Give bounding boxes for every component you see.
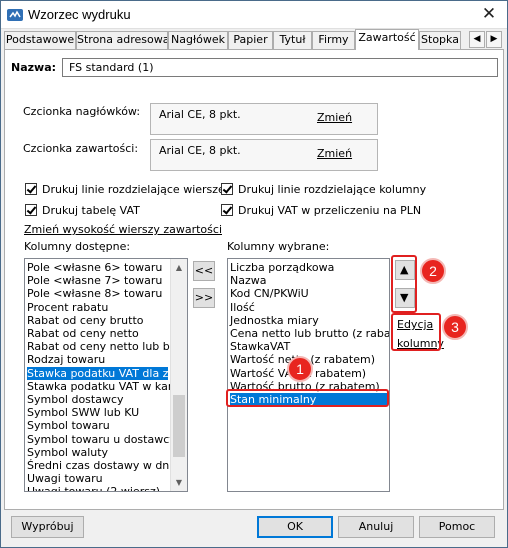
row-height-link[interactable]: Zmień wysokość wierszy zawartości (24, 223, 222, 236)
list-item[interactable]: Uwagi towaru (27, 472, 168, 485)
callout-2-marker: 2 (420, 258, 446, 284)
tab-naglowek[interactable]: Nagłówek (168, 31, 228, 49)
available-columns-label: Kolumny dostępne: (24, 240, 131, 253)
scroll-up-icon[interactable]: ▲ (171, 259, 187, 276)
tab-scroll-right-icon[interactable]: ▶ (486, 31, 502, 48)
tab-tytul[interactable]: Tytuł (273, 31, 312, 49)
header-font-box: Arial CE, 8 pkt. Zmień (150, 103, 378, 135)
list-item[interactable]: Uwagi towaru (2 wiersz) (27, 485, 168, 491)
callout-3-marker: 3 (442, 314, 468, 340)
header-font-label: Czcionka nagłówków: (23, 105, 141, 118)
help-button[interactable]: Pomoc (419, 516, 495, 538)
callout-1-highlight (226, 389, 389, 407)
row-lines-checkbox[interactable] (25, 183, 37, 195)
vat-pln-label: Drukuj VAT w przeliczeniu na PLN (238, 204, 422, 217)
name-input[interactable]: FS standard (1) (62, 58, 498, 77)
list-item[interactable]: Jednostka miary (230, 314, 387, 327)
col-lines-label: Drukuj linie rozdzielające kolumny (238, 183, 427, 196)
title-bar: Wzorzec wydruku ✕ (1, 1, 507, 29)
vat-table-checkbox[interactable] (25, 204, 37, 216)
tab-scroll-left-icon[interactable]: ◀ (469, 31, 485, 48)
list-item[interactable]: Liczba porządkowa (230, 261, 387, 274)
list-item[interactable]: Procent rabatu (27, 301, 168, 314)
callout-3-highlight (391, 313, 441, 351)
ok-button[interactable]: OK (257, 516, 333, 538)
col-lines-checkbox[interactable] (221, 183, 233, 195)
cancel-button[interactable]: Anuluj (338, 516, 414, 538)
vat-pln-checkbox[interactable] (221, 204, 233, 216)
name-label: Nazwa: (11, 61, 57, 74)
app-icon (7, 9, 23, 21)
list-item[interactable]: Rabat od ceny netto (27, 327, 168, 340)
list-item[interactable]: StawkaVAT (230, 340, 387, 353)
tab-papier[interactable]: Papier (228, 31, 273, 49)
list-item[interactable]: Kod CN/PKWiU (230, 287, 387, 300)
remove-column-button[interactable]: >> (193, 288, 215, 308)
list-item[interactable]: Pole <własne 7> towaru (27, 274, 168, 287)
list-item[interactable]: Symbol waluty (27, 446, 168, 459)
list-item[interactable]: Średni czas dostawy w dniach (27, 459, 187, 472)
list-item[interactable]: Nazwa (230, 274, 387, 287)
list-item[interactable]: Symbol dostawcy (27, 393, 168, 406)
list-item[interactable]: Symbol towaru u dostawcy (27, 433, 176, 446)
window-title: Wzorzec wydruku (28, 7, 131, 22)
content-font-box: Arial CE, 8 pkt. Zmień (150, 139, 378, 171)
list-item[interactable]: Symbol towaru (27, 419, 168, 432)
list-item[interactable]: Stawka podatku VAT w kartot (27, 380, 187, 393)
tab-stopka[interactable]: Stopka (419, 31, 461, 49)
tab-firmy[interactable]: Firmy (312, 31, 355, 49)
available-columns-list[interactable]: Pole <własne 6> towaru Pole <własne 7> to… (24, 258, 188, 492)
tab-zawartosc[interactable]: Zawartość (355, 29, 419, 50)
list-item[interactable]: Pole <własne 8> towaru (27, 287, 168, 300)
scroll-thumb[interactable] (173, 395, 185, 457)
list-item[interactable]: Pole <własne 6> towaru (27, 261, 168, 274)
content-font-value: Arial CE, 8 pkt. (159, 144, 241, 157)
list-item[interactable]: Rabat od ceny netto lub brutto (27, 340, 187, 353)
dialog-window: Wzorzec wydruku ✕ Podstawowe Strona adre… (0, 0, 508, 548)
list-item[interactable]: Rodzaj towaru (27, 353, 168, 366)
callout-1-marker: 1 (287, 356, 313, 382)
close-icon[interactable]: ✕ (479, 4, 499, 24)
list-item[interactable]: Symbol SWW lub KU (27, 406, 168, 419)
test-print-button[interactable]: Wypróbuj (11, 516, 84, 538)
add-column-button[interactable]: << (193, 261, 215, 281)
list-item[interactable]: Rabat od ceny brutto (27, 314, 168, 327)
tab-strip: Podstawowe Strona adresowa Nagłówek Papi… (4, 29, 504, 50)
header-font-value: Arial CE, 8 pkt. (159, 108, 241, 121)
list-item[interactable]: Stawka podatku VAT dla zaku (27, 366, 187, 380)
content-font-label: Czcionka zawartości: (23, 142, 139, 155)
scroll-down-icon[interactable]: ▼ (171, 474, 187, 491)
content-font-change-link[interactable]: Zmień (317, 147, 352, 160)
chosen-columns-label: Kolumny wybrane: (227, 240, 330, 253)
header-font-change-link[interactable]: Zmień (317, 111, 352, 124)
tab-podstawowe[interactable]: Podstawowe (4, 31, 76, 49)
vat-table-label: Drukuj tabelę VAT (42, 204, 140, 217)
tab-strona-adresowa[interactable]: Strona adresowa (76, 31, 168, 49)
available-list-scrollbar[interactable]: ▲ ▼ (170, 259, 187, 491)
row-lines-label: Drukuj linie rozdzielające wiersze (42, 183, 225, 196)
list-item[interactable]: Ilość (230, 301, 387, 314)
callout-2-highlight (391, 255, 417, 313)
list-item[interactable]: Cena netto lub brutto (z rabatem (230, 327, 389, 340)
